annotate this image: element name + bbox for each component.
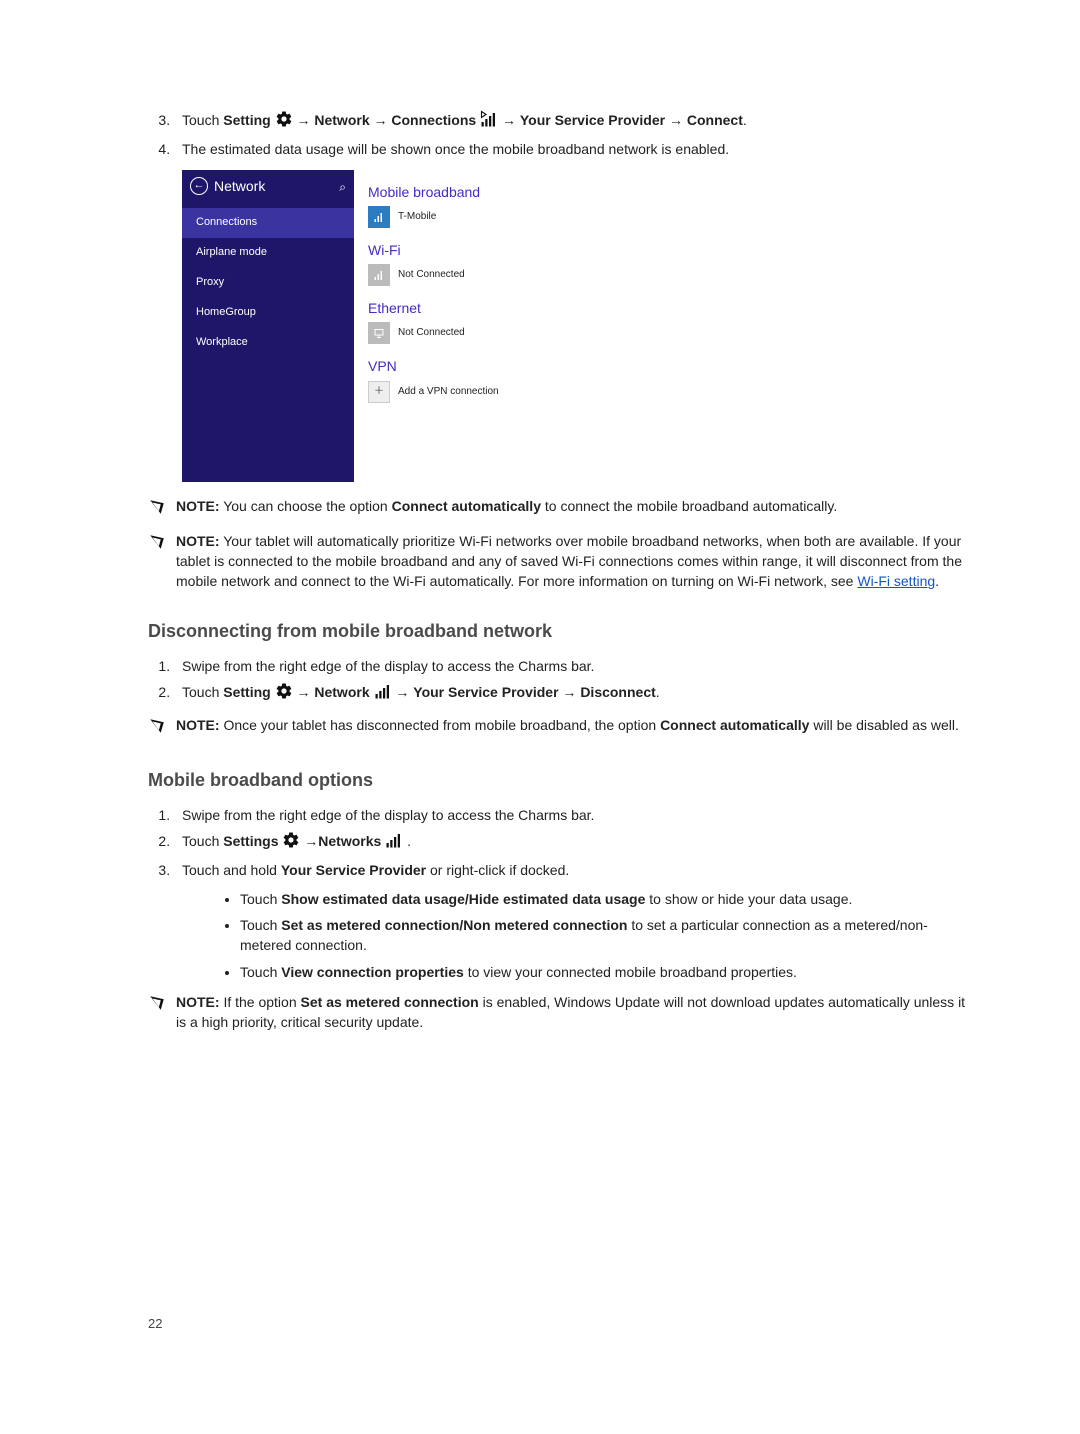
mb-heading: Mobile broadband [368,182,690,202]
plus-icon: ＋ [368,381,390,403]
note-block: NOTE: You can choose the option Connect … [148,496,970,521]
back-icon[interactable]: ← [190,177,208,195]
wifi-icon [368,264,390,286]
sidebar-item-proxy[interactable]: Proxy [182,268,354,298]
section-options: Mobile broadband options [148,767,970,793]
winmock-sidebar: ← Network ⌕ Connections Airplane mode Pr… [182,170,354,482]
mb-tile-row[interactable]: T-Mobile [368,206,690,228]
wifi-tile-row[interactable]: Not Connected [368,264,690,286]
note-block: NOTE: Once your tablet has disconnected … [148,715,970,740]
ethernet-icon [368,322,390,344]
gear-icon [275,110,293,133]
vpn-add-row[interactable]: ＋ Add a VPN connection [368,381,690,403]
gear-icon [275,682,293,705]
signal-icon [374,682,392,705]
step-list: Touch Setting → Network → Connections → … [148,110,970,160]
step1: Swipe from the right edge of the display… [174,656,970,676]
signal-icon [368,206,390,228]
eth-tile-row[interactable]: Not Connected [368,322,690,344]
sidebar-item-airplane[interactable]: Airplane mode [182,238,354,268]
eth-heading: Ethernet [368,298,690,318]
step4: The estimated data usage will be shown o… [174,139,970,159]
step1: Swipe from the right edge of the display… [174,805,970,825]
step2: Touch Setting → Network → Your Service P… [174,682,970,705]
disconnect-steps: Swipe from the right edge of the display… [148,656,970,706]
vpn-heading: VPN [368,356,690,376]
step3: Touch Setting → Network → Connections → … [174,110,970,133]
bullet2: Touch Set as metered connection/Non mete… [240,915,970,956]
note-block: NOTE: Your tablet will automatically pri… [148,531,970,592]
sidebar-item-workplace[interactable]: Workplace [182,328,354,358]
note-block: NOTE: If the option Set as metered conne… [148,992,970,1033]
gear-icon [282,831,300,854]
bullet3: Touch View connection properties to view… [240,962,970,982]
page-number: 22 [148,1315,162,1334]
step2: Touch Settings →Networks . [174,831,970,854]
options-steps: Swipe from the right edge of the display… [148,805,970,982]
note-icon [148,992,176,1033]
signal-icon [480,110,498,133]
options-bullets: Touch Show estimated data usage/Hide est… [182,889,970,982]
search-icon[interactable]: ⌕ [339,179,346,196]
doc-page: Touch Setting → Network → Connections → … [0,0,1080,1434]
sidebar-item-connections[interactable]: Connections [182,208,354,238]
section-disconnecting: Disconnecting from mobile broadband netw… [148,618,970,644]
wifi-heading: Wi-Fi [368,240,690,260]
note-icon [148,496,176,521]
signal-icon [385,831,403,854]
note-icon [148,531,176,592]
note-icon [148,715,176,740]
winmock-main: Mobile broadband T-Mobile Wi-Fi Not Conn… [354,170,704,482]
windows-network-settings-mock: ← Network ⌕ Connections Airplane mode Pr… [182,170,704,482]
sidebar-item-homegroup[interactable]: HomeGroup [182,298,354,328]
bullet1: Touch Show estimated data usage/Hide est… [240,889,970,909]
wifi-setting-link[interactable]: Wi-Fi setting [857,573,935,589]
step3: Touch and hold Your Service Provider or … [174,860,970,981]
